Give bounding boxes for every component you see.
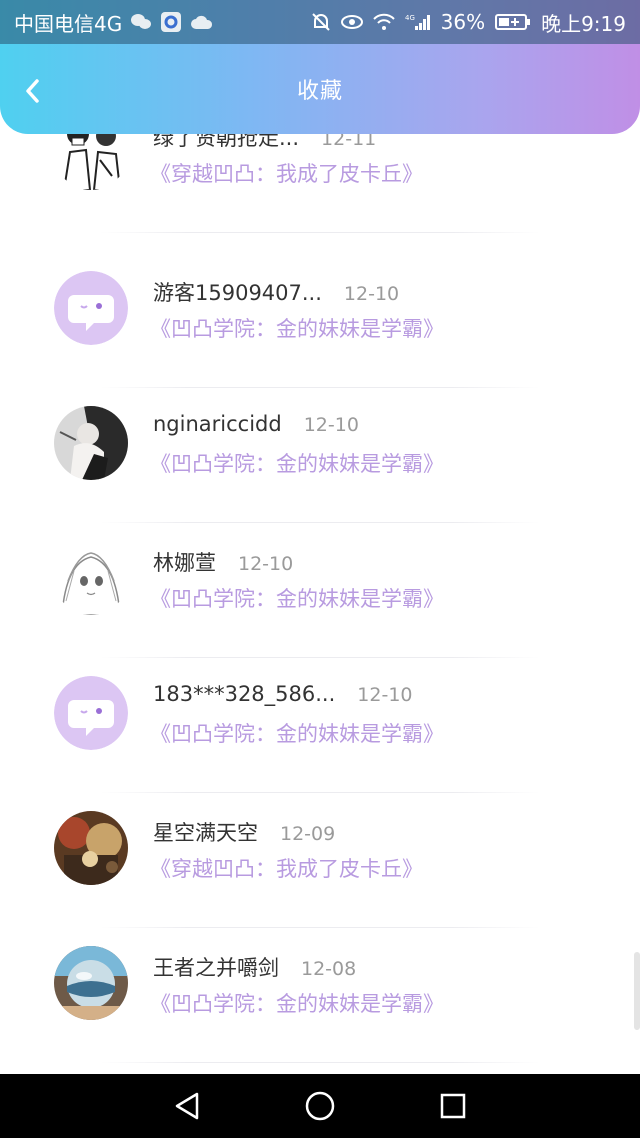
book-title[interactable]: 《凹凸学院：金的妹妹是学霸》: [150, 448, 444, 478]
list-item[interactable]: 星空满天空 12-09 《穿越凹凸：我成了皮卡丘》: [0, 793, 640, 928]
avatar[interactable]: [54, 406, 128, 480]
back-button[interactable]: [16, 74, 50, 108]
user-name: 游客15909407...: [153, 281, 322, 305]
avatar[interactable]: [54, 946, 128, 1020]
list-item[interactable]: 绿了贤朝抢走... 12-11 《穿越凹凸：我成了皮卡丘》: [0, 118, 640, 233]
user-name: 林娜萱: [153, 551, 216, 575]
page-title: 收藏: [296, 79, 343, 104]
user-name: nginariccidd: [153, 412, 282, 436]
chevron-left-icon: [26, 79, 39, 103]
list-item[interactable]: 183***328_586... 12-10 《凹凸学院：金的妹妹是学霸》: [0, 658, 640, 793]
header: 收藏: [0, 44, 640, 134]
circle-home-icon: [305, 1091, 335, 1121]
date: 12-08: [301, 958, 357, 980]
square-recents-icon: [441, 1093, 466, 1119]
nav-home-button[interactable]: [300, 1086, 340, 1126]
clock: 晚上9:19: [541, 11, 626, 36]
triangle-back-icon: [175, 1092, 198, 1120]
wifi-icon: [372, 13, 395, 31]
book-title[interactable]: 《凹凸学院：金的妹妹是学霸》: [150, 988, 444, 1018]
user-name: 183***328_586...: [153, 682, 336, 706]
date: 12-10: [303, 414, 359, 436]
book-title[interactable]: 《凹凸学院：金的妹妹是学霸》: [150, 583, 444, 613]
avatar[interactable]: [54, 676, 128, 750]
top-bar: 中国电信4G 4G 36% 晚上9:19 收藏: [0, 0, 640, 134]
date: 12-10: [343, 283, 400, 305]
list-item[interactable]: 林娜萱 12-10 《凹凸学院：金的妹妹是学霸》: [0, 523, 640, 658]
painted-scene-avatar-icon: [54, 811, 128, 885]
signal-icon: 4G: [405, 13, 431, 31]
battery-icon: [495, 13, 531, 31]
app-notification-icon: [160, 11, 182, 33]
eye-comfort-icon: [340, 14, 363, 30]
date: 12-10: [357, 684, 413, 706]
user-name: 星空满天空: [153, 821, 258, 845]
carrier-label: 中国电信4G: [14, 11, 123, 36]
navigation-bar: [0, 1074, 640, 1138]
list-item[interactable]: 王者之并嚼剑 12-08 《凹凸学院：金的妹妹是学霸》: [0, 928, 640, 1063]
book-title[interactable]: 《凹凸学院：金的妹妹是学霸》: [150, 718, 444, 748]
wechat-icon: [130, 13, 152, 31]
default-chat-avatar-icon: [54, 271, 128, 345]
user-name: 王者之并嚼剑: [153, 956, 279, 980]
date: 12-09: [280, 823, 336, 845]
book-title[interactable]: 《凹凸学院：金的妹妹是学霸》: [150, 313, 444, 343]
book-title[interactable]: 《穿越凹凸：我成了皮卡丘》: [150, 158, 423, 188]
battery-percent: 36%: [440, 10, 486, 34]
avatar[interactable]: [54, 541, 128, 615]
book-title[interactable]: 《穿越凹凸：我成了皮卡丘》: [150, 853, 423, 883]
nav-back-button[interactable]: [167, 1086, 207, 1126]
favorites-list: 绿了贤朝抢走... 12-11 《穿越凹凸：我成了皮卡丘》 游客15909407…: [0, 118, 640, 1074]
date: 12-10: [238, 553, 294, 575]
divider: [100, 1062, 540, 1063]
nav-recents-button[interactable]: [433, 1086, 473, 1126]
glass-sphere-avatar-icon: [54, 946, 128, 1020]
avatar[interactable]: [54, 811, 128, 885]
mute-icon: [311, 12, 331, 32]
list-item[interactable]: nginariccidd 12-10 《凹凸学院：金的妹妹是学霸》: [0, 388, 640, 523]
status-bar: 中国电信4G 4G 36% 晚上9:19: [0, 0, 640, 44]
anime-girl-avatar-icon: [54, 541, 128, 615]
avatar[interactable]: [54, 271, 128, 345]
cloud-icon: [190, 14, 214, 30]
divider: [100, 232, 540, 233]
photo-girl-avatar-icon: [54, 406, 128, 480]
list-item[interactable]: 游客15909407... 12-10 《凹凸学院：金的妹妹是学霸》: [0, 253, 640, 388]
default-chat-avatar-icon: [54, 676, 128, 750]
scrollbar[interactable]: [634, 952, 640, 1030]
network-type-label: 4G: [405, 14, 415, 22]
